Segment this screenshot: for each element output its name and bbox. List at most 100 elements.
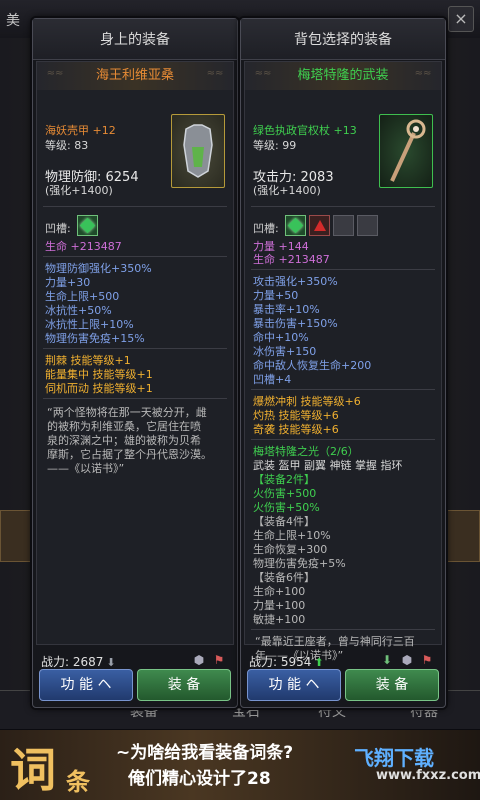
enhance-value: (强化+1400) (253, 184, 321, 197)
prop-line: 命中敌人恢复生命+200 (253, 359, 372, 372)
lore-line: ——《以诺书》” (47, 462, 125, 475)
gem-bonus: 生命 +213487 (253, 253, 330, 266)
divider (251, 206, 435, 207)
main-stat: 攻击力: 2083 (253, 170, 334, 185)
prop-line: 冰抗性上限+10% (45, 318, 134, 331)
ornament-left-icon: ≈≈ (46, 68, 64, 79)
prop-line: 生命上限+500 (45, 290, 120, 303)
set-title: 梅塔特隆之光（2/6） (253, 445, 359, 458)
lore-line: 泉的深渊之中；雄的被称为贝希 (47, 434, 201, 447)
banner-small-char: 条 (66, 767, 90, 796)
set-bonus-line: 【装备2件】 (253, 473, 315, 486)
socket-empty (357, 215, 378, 236)
socket-empty (333, 215, 354, 236)
set-bonus-line: 力量+100 (253, 599, 306, 612)
prop-line: 冰抗性+50% (45, 304, 112, 317)
set-bonus-line: 火伤害+500 (253, 487, 317, 500)
sockets-label: 凹槽: (253, 222, 279, 235)
prop-line: 物理伤害免疫+15% (45, 332, 145, 345)
ornament-left-icon: ≈≈ (254, 68, 272, 79)
background-right-slot (442, 510, 480, 562)
skill-line: 能量集中 技能等级+1 (45, 368, 153, 381)
skill-line: 荆棘 技能等级+1 (45, 354, 131, 367)
lore-line: 摩斯，它占据了整个丹代恩沙漠。 (47, 448, 212, 461)
set-bonus-line: 生命恢复+300 (253, 543, 328, 556)
skill-line: 奇袭 技能等级+6 (253, 423, 339, 436)
item-card: ≈≈ 海王利维亚桑 ≈≈ 海妖壳甲 +12 等级: 83 物理防御: 6254 … (36, 61, 234, 645)
item-card: ≈≈ 梅塔特隆的武装 ≈≈ 绿色执政官权杖 +13 等级: 99 攻击力: 20… (244, 61, 442, 662)
lock-icon[interactable]: ⬢ (191, 653, 207, 667)
lore-line: 的被称为利维亚桑，它居住在喷 (47, 420, 201, 433)
equip-button[interactable]: 装 备 (345, 669, 439, 701)
gem-bonus: 力量 +144 (253, 240, 309, 253)
prop-line: 力量+30 (45, 276, 91, 289)
set-bonus-line: 【装备4件】 (253, 515, 315, 528)
ornament-right-icon: ≈≈ (206, 68, 224, 79)
set-bonus-line: 物理伤害免疫+5% (253, 557, 346, 570)
prop-line: 凹槽+4 (253, 373, 292, 386)
prop-line: 命中+10% (253, 331, 309, 344)
item-name-text: 海王利维亚桑 (95, 68, 174, 83)
set-pieces: 武装 盔甲 副翼 神链 掌握 指环 (253, 459, 403, 472)
skill-line: 灼热 技能等级+6 (253, 409, 339, 422)
compare-icon[interactable]: ⬇ (379, 653, 395, 667)
sockets-label: 凹槽: (45, 222, 71, 235)
set-bonus-line: 火伤害+50% (253, 501, 320, 514)
banner-line-1: ~为啥给我看装备词条? (116, 743, 294, 763)
divider (251, 629, 435, 630)
divider (251, 439, 435, 440)
function-button[interactable]: 功 能 ヘ (247, 669, 341, 701)
gem-bonus: 生命 +213487 (45, 240, 122, 253)
watermark-url: www.fxxz.com (376, 768, 480, 783)
panel-title: 背包选择的装备 (241, 19, 445, 60)
armor-icon (171, 114, 225, 188)
divider (43, 206, 227, 207)
item-level: 等级: 83 (45, 139, 89, 152)
divider (43, 256, 227, 257)
flag-icon[interactable]: ⚑ (419, 653, 435, 667)
item-name: ≈≈ 梅塔特隆的武装 ≈≈ (245, 62, 441, 90)
equip-button[interactable]: 装 备 (137, 669, 231, 701)
divider (43, 398, 227, 399)
item-type: 绿色执政官权杖 +13 (253, 124, 357, 137)
arrow-up-icon: ⬆ (314, 656, 324, 669)
watermark-title: 飞翔下载 (354, 746, 434, 770)
ornament-right-icon: ≈≈ (414, 68, 432, 79)
background-title: 美 (6, 13, 20, 29)
combat-power: 战力: 5954 ⬆ (249, 653, 324, 670)
panel-title: 身上的装备 (33, 19, 237, 60)
set-bonus-line: 生命上限+10% (253, 529, 331, 542)
lore-line: “最靠近王座者，曾与神同行三百 (255, 635, 415, 648)
skill-line: 伺机而动 技能等级+1 (45, 382, 153, 395)
lock-icon[interactable]: ⬢ (399, 653, 415, 667)
socket-gem-icon (77, 215, 98, 236)
divider (251, 269, 435, 270)
equipped-item-panel: 身上的装备 ≈≈ 海王利维亚桑 ≈≈ 海妖壳甲 +12 等级: 83 物理防御:… (32, 18, 238, 708)
lore-line: “两个怪物将在那一天被分开，雌 (47, 406, 207, 419)
flag-icon[interactable]: ⚑ (211, 653, 227, 667)
socket-gem-icon (285, 215, 306, 236)
selected-item-panel: 背包选择的装备 ≈≈ 梅塔特隆的武装 ≈≈ 绿色执政官权杖 +13 等级: 99… (240, 18, 446, 708)
watermark-logo: 飞翔下载 www.fxxz.com (354, 742, 480, 790)
banner-line-2: 俺们精心设计了28 (128, 769, 271, 789)
main-stat: 物理防御: 6254 (45, 170, 139, 185)
skill-line: 爆燃冲刺 技能等级+6 (253, 395, 361, 408)
item-name: ≈≈ 海王利维亚桑 ≈≈ (37, 62, 233, 90)
prop-line: 攻击强化+350% (253, 275, 338, 288)
divider (251, 389, 435, 390)
prop-line: 冰伤害+150 (253, 345, 317, 358)
divider (43, 348, 227, 349)
prop-line: 暴击率+10% (253, 303, 320, 316)
set-bonus-line: 【装备6件】 (253, 571, 315, 584)
close-icon[interactable]: × (448, 6, 474, 32)
banner-big-char: 词 (10, 743, 56, 797)
enhance-value: (强化+1400) (45, 184, 113, 197)
item-type: 海妖壳甲 +12 (45, 124, 116, 137)
prop-line: 暴击伤害+150% (253, 317, 338, 330)
combat-power: 战力: 2687 ⬇ (41, 653, 116, 670)
prop-line: 力量+50 (253, 289, 299, 302)
function-button[interactable]: 功 能 ヘ (39, 669, 133, 701)
set-bonus-line: 敏捷+100 (253, 613, 306, 626)
staff-icon (379, 114, 433, 188)
prop-line: 物理防御强化+350% (45, 262, 152, 275)
